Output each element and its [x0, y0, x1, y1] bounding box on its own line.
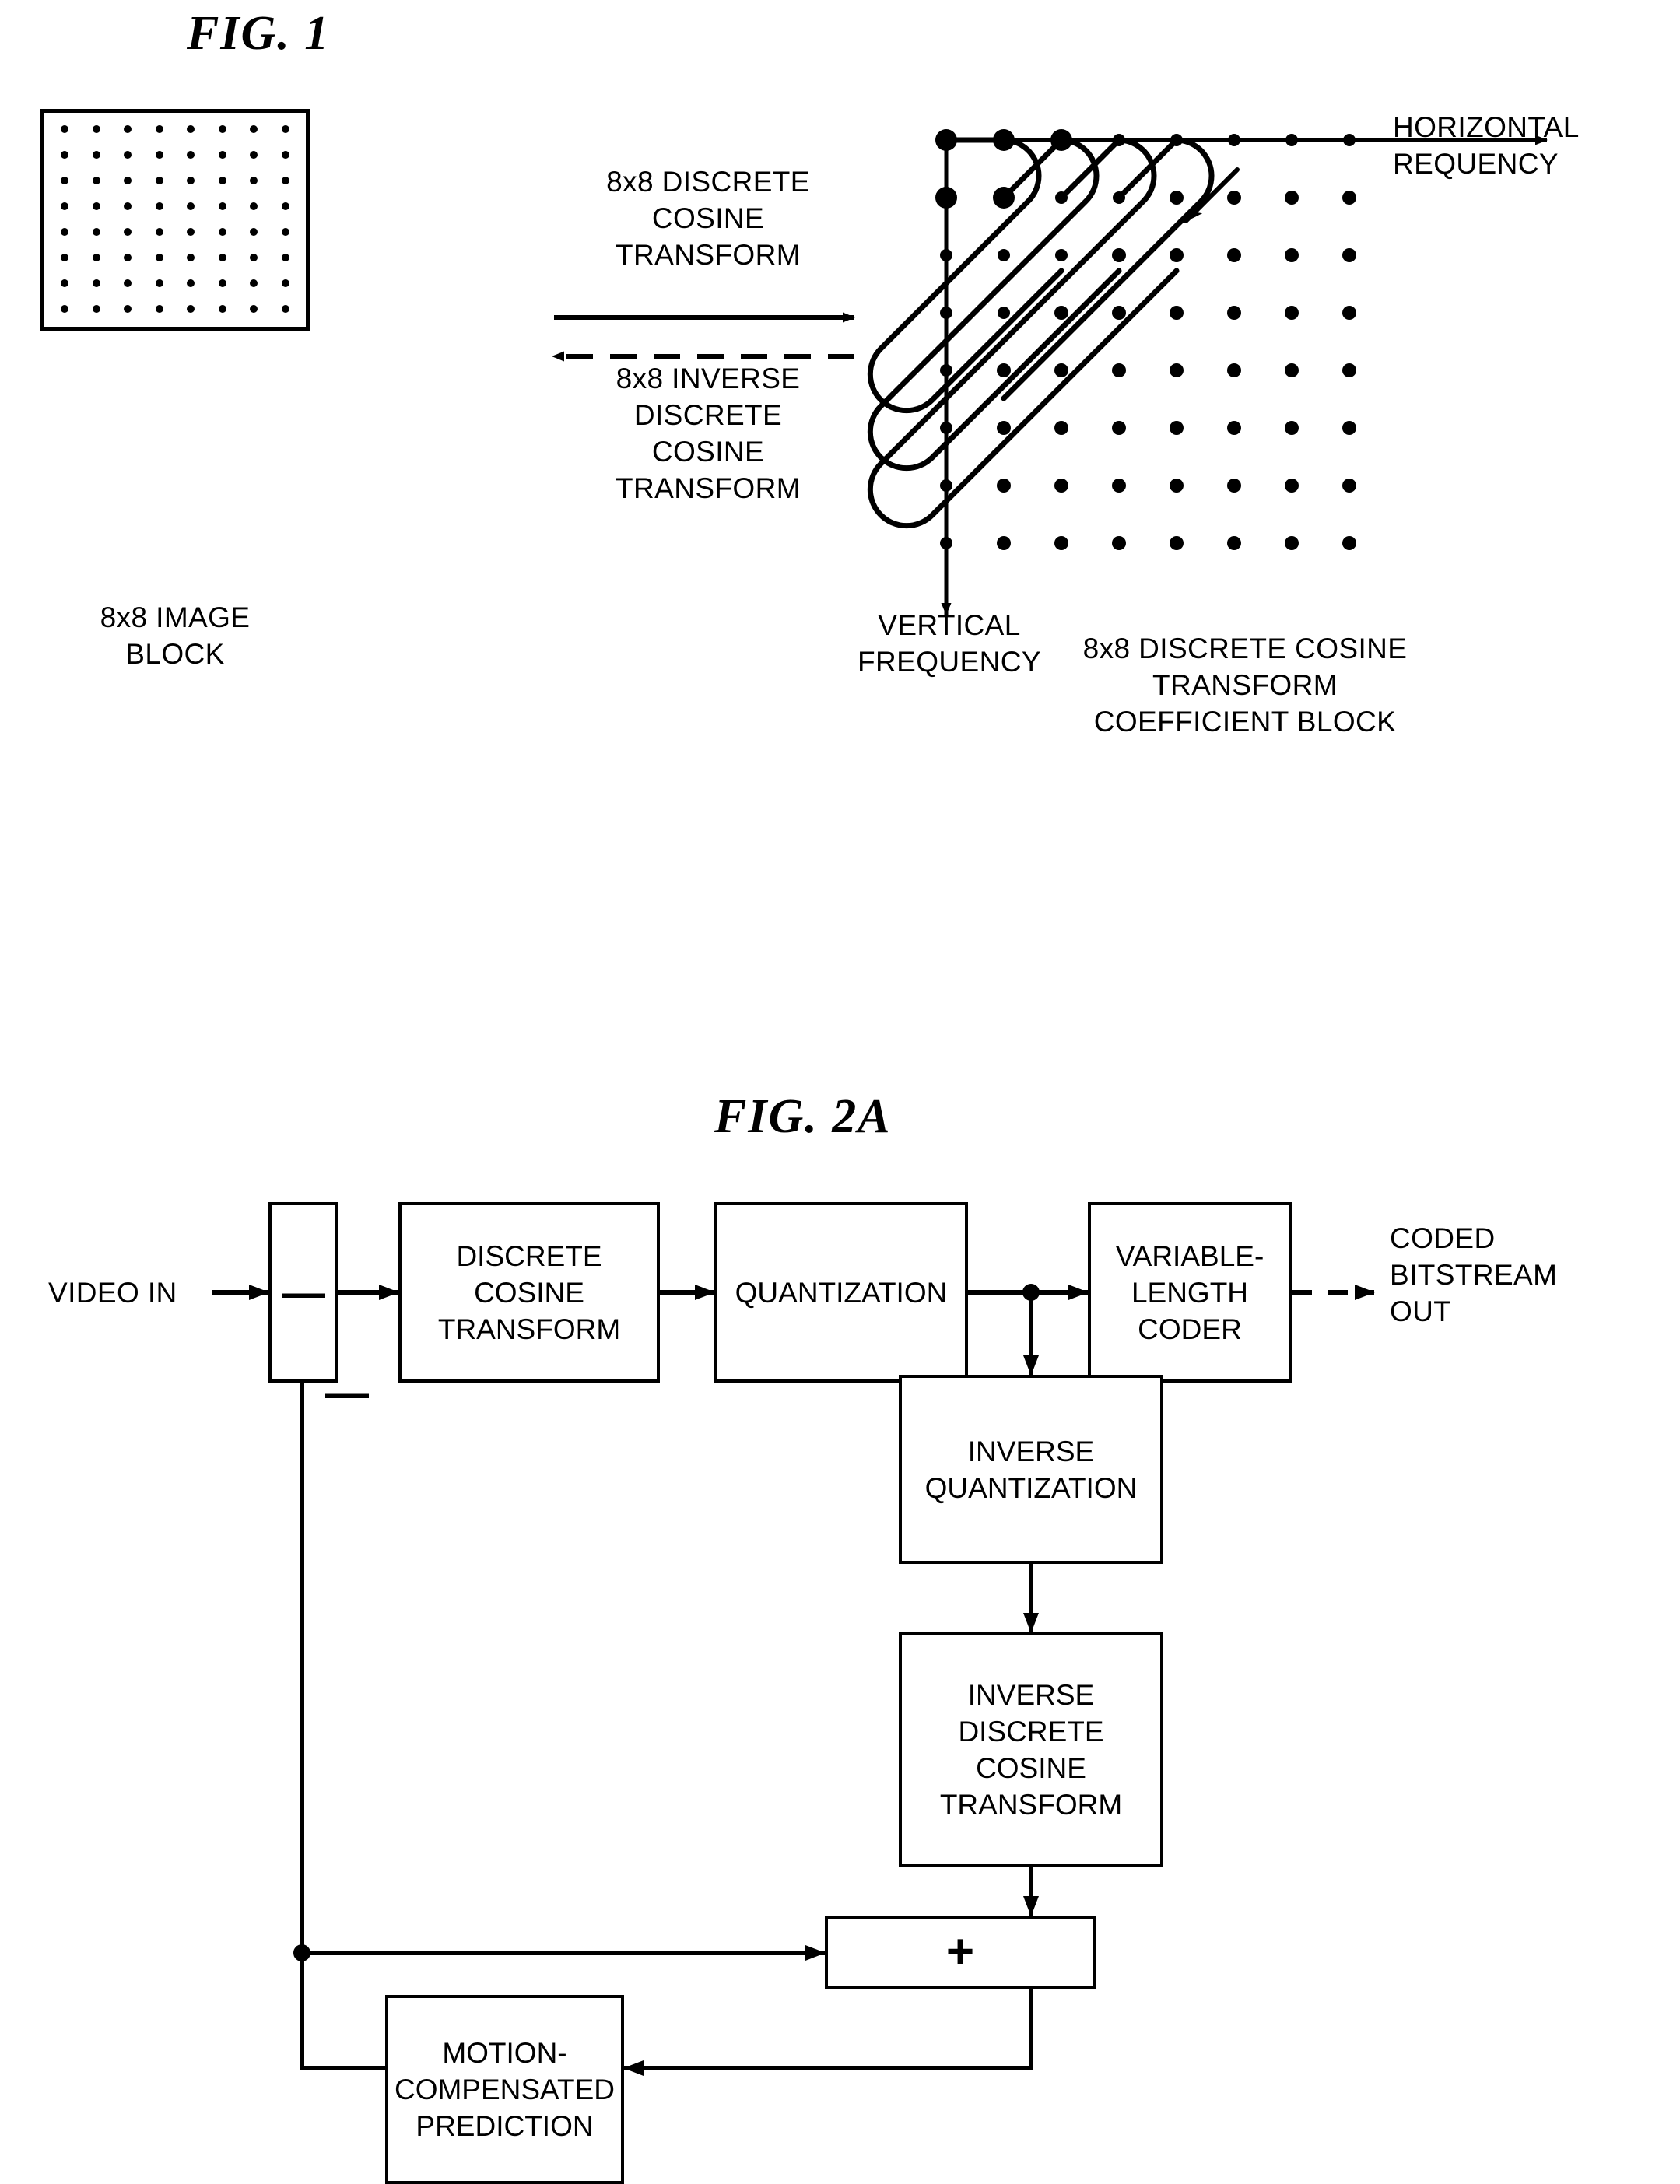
- discrete-cosine-transform-block: DISCRETE COSINE TRANSFORM: [398, 1202, 660, 1383]
- feedback-minus-sign: —: [325, 1368, 369, 1417]
- variable-length-coder-block: VARIABLE- LENGTH CODER: [1088, 1202, 1292, 1383]
- rail-to-mcp-connector: [300, 1953, 385, 2070]
- inverse-discrete-cosine-transform-block: INVERSE DISCRETE COSINE TRANSFORM: [899, 1632, 1163, 1867]
- quantization-block: QUANTIZATION: [714, 1202, 968, 1383]
- plus-sign-glyph: +: [945, 1925, 975, 1979]
- figure-2a-vector-layer: [212, 1284, 1375, 2076]
- inverse-quantization-block: INVERSE QUANTIZATION: [899, 1375, 1163, 1564]
- coded-bitstream-out-label: CODED BITSTREAM OUT: [1390, 1222, 1558, 1327]
- subtractor-block: —: [268, 1202, 338, 1383]
- minus-sign-glyph: —: [282, 1267, 325, 1316]
- video-in-label: VIDEO IN: [48, 1277, 177, 1309]
- adder-to-mcp-connector: [623, 1989, 1033, 2076]
- patent-figure-sheet: FIG. 1 8x8 DISCRETE COSINE TRANSFORM 8x8…: [0, 0, 1680, 2184]
- motion-compensated-prediction-block: MOTION- COMPENSATED PREDICTION: [385, 1995, 624, 2184]
- adder-block: +: [825, 1916, 1096, 1989]
- quant-output-junction-dot: [1022, 1284, 1040, 1301]
- prediction-rail-junction-dot: [293, 1944, 310, 1961]
